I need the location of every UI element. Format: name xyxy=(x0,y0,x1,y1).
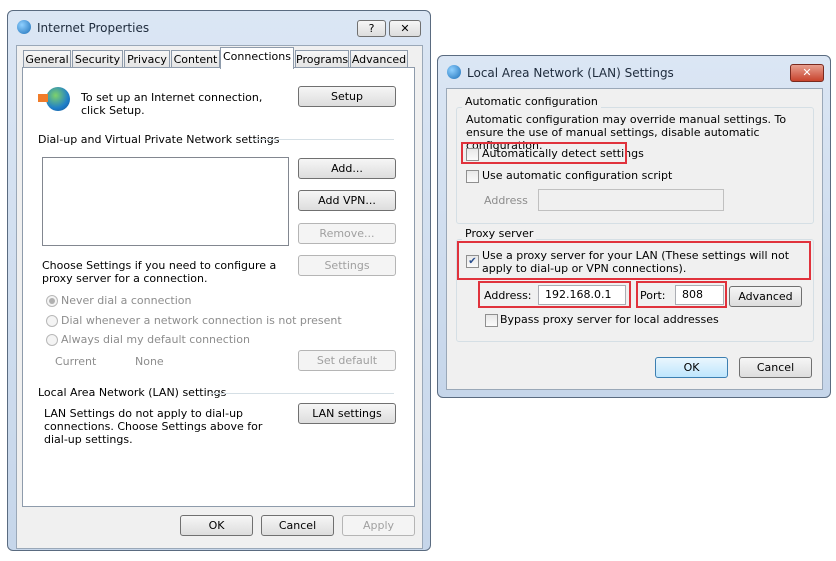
current-label: Current xyxy=(55,355,97,368)
setup-text: To set up an Internet connection, click … xyxy=(81,91,263,117)
bypass-label: Bypass proxy server for local addresses xyxy=(500,313,719,326)
script-address-label: Address xyxy=(484,194,528,207)
use-script-checkbox[interactable] xyxy=(466,170,479,183)
ok-button[interactable]: OK xyxy=(180,515,253,536)
tab-programs[interactable]: Programs xyxy=(295,50,349,68)
tab-content[interactable]: Content xyxy=(171,50,220,68)
radio-never-dial[interactable] xyxy=(46,295,58,307)
help-button[interactable]: ? xyxy=(357,20,386,37)
cancel-button[interactable]: Cancel xyxy=(261,515,334,536)
radio-never-dial-label: Never dial a connection xyxy=(61,294,192,307)
setup-button[interactable]: Setup xyxy=(298,86,396,107)
lan-settings-button[interactable]: LAN settings xyxy=(298,403,396,424)
highlight-auto-detect xyxy=(461,142,627,164)
connections-list[interactable] xyxy=(42,157,289,246)
close-button[interactable]: ✕ xyxy=(790,64,824,82)
close-button[interactable]: ✕ xyxy=(389,20,421,37)
window-title: Local Area Network (LAN) Settings xyxy=(467,66,674,80)
script-address-input[interactable] xyxy=(538,189,724,211)
highlight-address xyxy=(478,281,631,308)
advanced-button[interactable]: Advanced xyxy=(729,286,802,307)
tab-connections[interactable]: Connections xyxy=(220,47,294,69)
settings-button[interactable]: Settings xyxy=(298,255,396,276)
globe-icon xyxy=(447,65,461,79)
tab-general[interactable]: General xyxy=(23,50,71,68)
add-vpn-button[interactable]: Add VPN... xyxy=(298,190,396,211)
bypass-checkbox[interactable] xyxy=(485,314,498,327)
tab-privacy[interactable]: Privacy xyxy=(124,50,170,68)
remove-button[interactable]: Remove... xyxy=(298,223,396,244)
lan-section-label: Local Area Network (LAN) settings xyxy=(38,386,227,399)
highlight-use-proxy xyxy=(457,241,811,280)
set-default-button[interactable]: Set default xyxy=(298,350,396,371)
radio-always-dial[interactable] xyxy=(46,334,58,346)
setup-globe-icon xyxy=(46,87,70,111)
vpn-section-label: Dial-up and Virtual Private Network sett… xyxy=(38,133,280,146)
highlight-port xyxy=(636,281,727,308)
radio-dial-whenever-label: Dial whenever a network connection is no… xyxy=(61,314,342,327)
lan-text: LAN Settings do not apply to dial-up con… xyxy=(44,407,263,446)
apply-button[interactable]: Apply xyxy=(342,515,415,536)
tab-advanced[interactable]: Advanced xyxy=(350,50,408,68)
auto-config-group-label: Automatic configuration xyxy=(462,95,601,108)
radio-always-dial-label: Always dial my default connection xyxy=(61,333,250,346)
use-script-label: Use automatic configuration script xyxy=(482,169,673,182)
globe-icon xyxy=(17,20,31,34)
radio-dial-whenever[interactable] xyxy=(46,315,58,327)
arrow-icon xyxy=(38,94,48,102)
settings-text: Choose Settings if you need to configure… xyxy=(42,259,277,285)
window-title: Internet Properties xyxy=(37,21,150,35)
current-value: None xyxy=(135,355,164,368)
tab-security[interactable]: Security xyxy=(72,50,123,68)
lan-cancel-button[interactable]: Cancel xyxy=(739,357,812,378)
lan-ok-button[interactable]: OK xyxy=(655,357,728,378)
add-button[interactable]: Add... xyxy=(298,158,396,179)
proxy-group-label: Proxy server xyxy=(462,227,537,240)
